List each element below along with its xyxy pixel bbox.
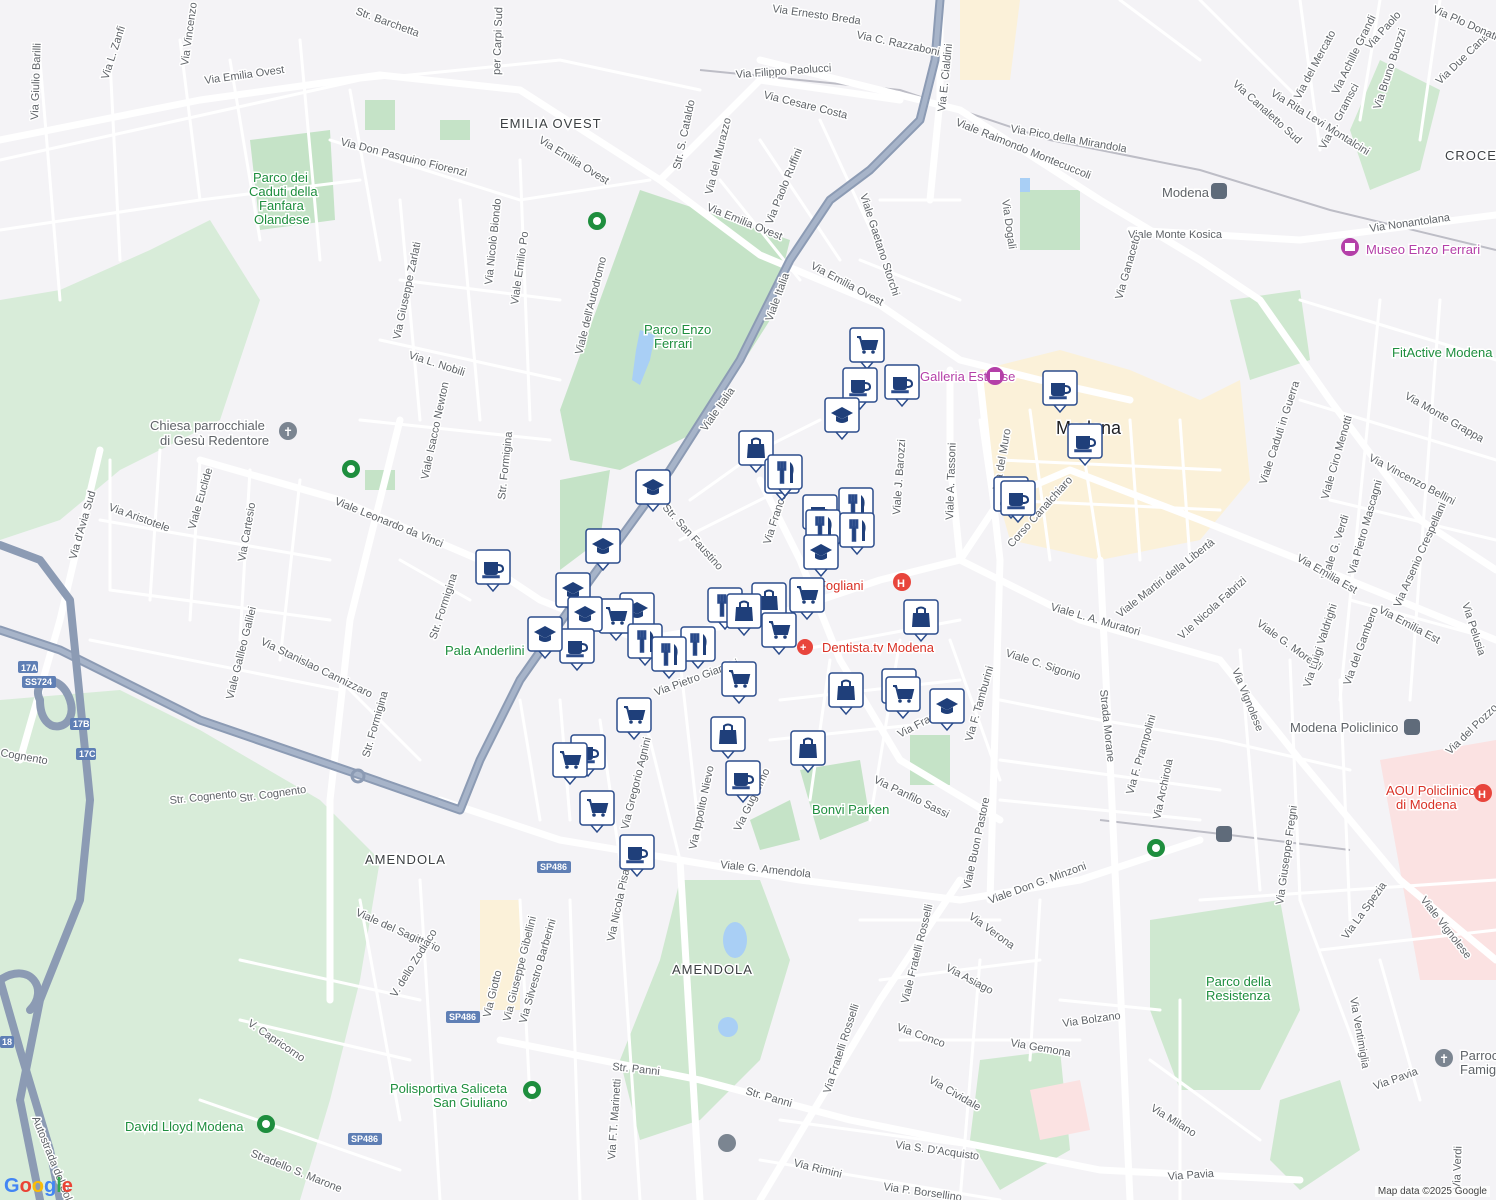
area-label-crocetta: CROCET <box>1445 148 1496 163</box>
park-label-caduti-1: Parco dei <box>253 170 308 185</box>
park-label-caduti-2: Caduti della <box>249 184 318 199</box>
park-label-enzo-ferrari-1: Parco Enzo <box>644 322 711 337</box>
train-icon <box>1211 183 1227 199</box>
hospital-area-2 <box>1030 1080 1090 1140</box>
poi-park-pin-2[interactable] <box>342 460 360 478</box>
poi-polisportiva-label-2: San Giuliano <box>433 1095 507 1110</box>
poi-park-pin-3[interactable] <box>1147 839 1165 857</box>
poi-label-pala-anderlini[interactable]: Pala Anderlini <box>444 642 527 660</box>
shield-17c: 17C <box>79 749 96 759</box>
area-label-amendola-2: AMENDOLA <box>672 962 753 977</box>
shield-17a: 17A <box>21 663 38 673</box>
poi-museo-label: Museo Enzo Ferrari <box>1366 242 1480 257</box>
poi-church-label-2: di Gesù Redentore <box>160 433 269 448</box>
green-block-1 <box>365 100 395 130</box>
poi-policlinico-label: Modena Policlinico <box>1290 720 1398 735</box>
svg-text:✝: ✝ <box>1439 1052 1449 1066</box>
poi-park-pin-1[interactable] <box>588 212 606 230</box>
shield-sp486-2: SP486 <box>449 1012 476 1022</box>
poi-davidlloyd-label: David Lloyd Modena <box>125 1119 244 1134</box>
map-canvas[interactable]: 17A SS724 17B 17C SP486 SP486 SP486 18 E… <box>0 0 1496 1200</box>
shield-sp486-1: SP486 <box>540 862 567 872</box>
google-logo: Google <box>4 1175 73 1197</box>
lake-south-1 <box>723 922 747 958</box>
shield-18: 18 <box>2 1037 12 1047</box>
poi-parrocchia-label-1: Parroc <box>1460 1048 1496 1063</box>
area-label-emilia-ovest: EMILIA OVEST <box>500 116 602 131</box>
poi-polisportiva-label-1: Polisportiva Saliceta <box>390 1081 508 1096</box>
poi-station-label: Modena <box>1162 185 1210 200</box>
poi-galleria-estense[interactable]: Galleria Estense <box>919 367 1017 386</box>
park-label-caduti-3: Fanfara <box>259 198 305 213</box>
shield-sp486-3: SP486 <box>351 1134 378 1144</box>
poi-parrocchia-label-2: Famig <box>1460 1062 1496 1077</box>
svg-text:H: H <box>897 578 905 590</box>
map-attribution[interactable]: Map data ©2025 Google <box>1374 1186 1490 1197</box>
svg-text:H: H <box>1478 789 1486 801</box>
lake-south-2 <box>718 1017 738 1037</box>
green-block-2 <box>440 120 470 140</box>
green-block-5 <box>1020 190 1080 250</box>
shield-ss724: SS724 <box>25 677 52 687</box>
yellow-north <box>960 0 1020 80</box>
poi-church-label-1: Chiesa parrocchiale <box>150 418 265 433</box>
svg-text:✝: ✝ <box>283 425 293 439</box>
poi-dentista-label: Dentista.tv Modena <box>822 640 935 655</box>
poi-modena-station[interactable]: Modena <box>1161 183 1227 202</box>
street-label: per Carpi Sud <box>491 7 505 75</box>
svg-text:+: + <box>800 642 806 654</box>
poi-aou-label-2: di Modena <box>1396 797 1457 812</box>
poi-aou-label-1: AOU Policlinico <box>1386 783 1476 798</box>
transit-stop-icon[interactable] <box>1216 826 1232 842</box>
park-label-resistenza-1: Parco della <box>1206 974 1272 989</box>
school-icon <box>718 1134 736 1152</box>
shield-17b: 17B <box>73 719 90 729</box>
poi-school-south[interactable] <box>718 1134 736 1152</box>
area-label-amendola-1: AMENDOLA <box>365 852 446 867</box>
park-label-enzo-ferrari-2: Ferrari <box>654 336 692 351</box>
water-north <box>1020 178 1030 192</box>
street-label: Via Verdi <box>1451 1146 1465 1190</box>
poi-label-fitactive[interactable]: FitActive Modena <box>1391 344 1495 362</box>
transit-icon <box>1404 719 1420 735</box>
park-label-resistenza-2: Resistenza <box>1206 988 1271 1003</box>
park-label-caduti-4: Olandese <box>254 212 310 227</box>
park-label-bonvi: Bonvi Parken <box>812 802 889 817</box>
